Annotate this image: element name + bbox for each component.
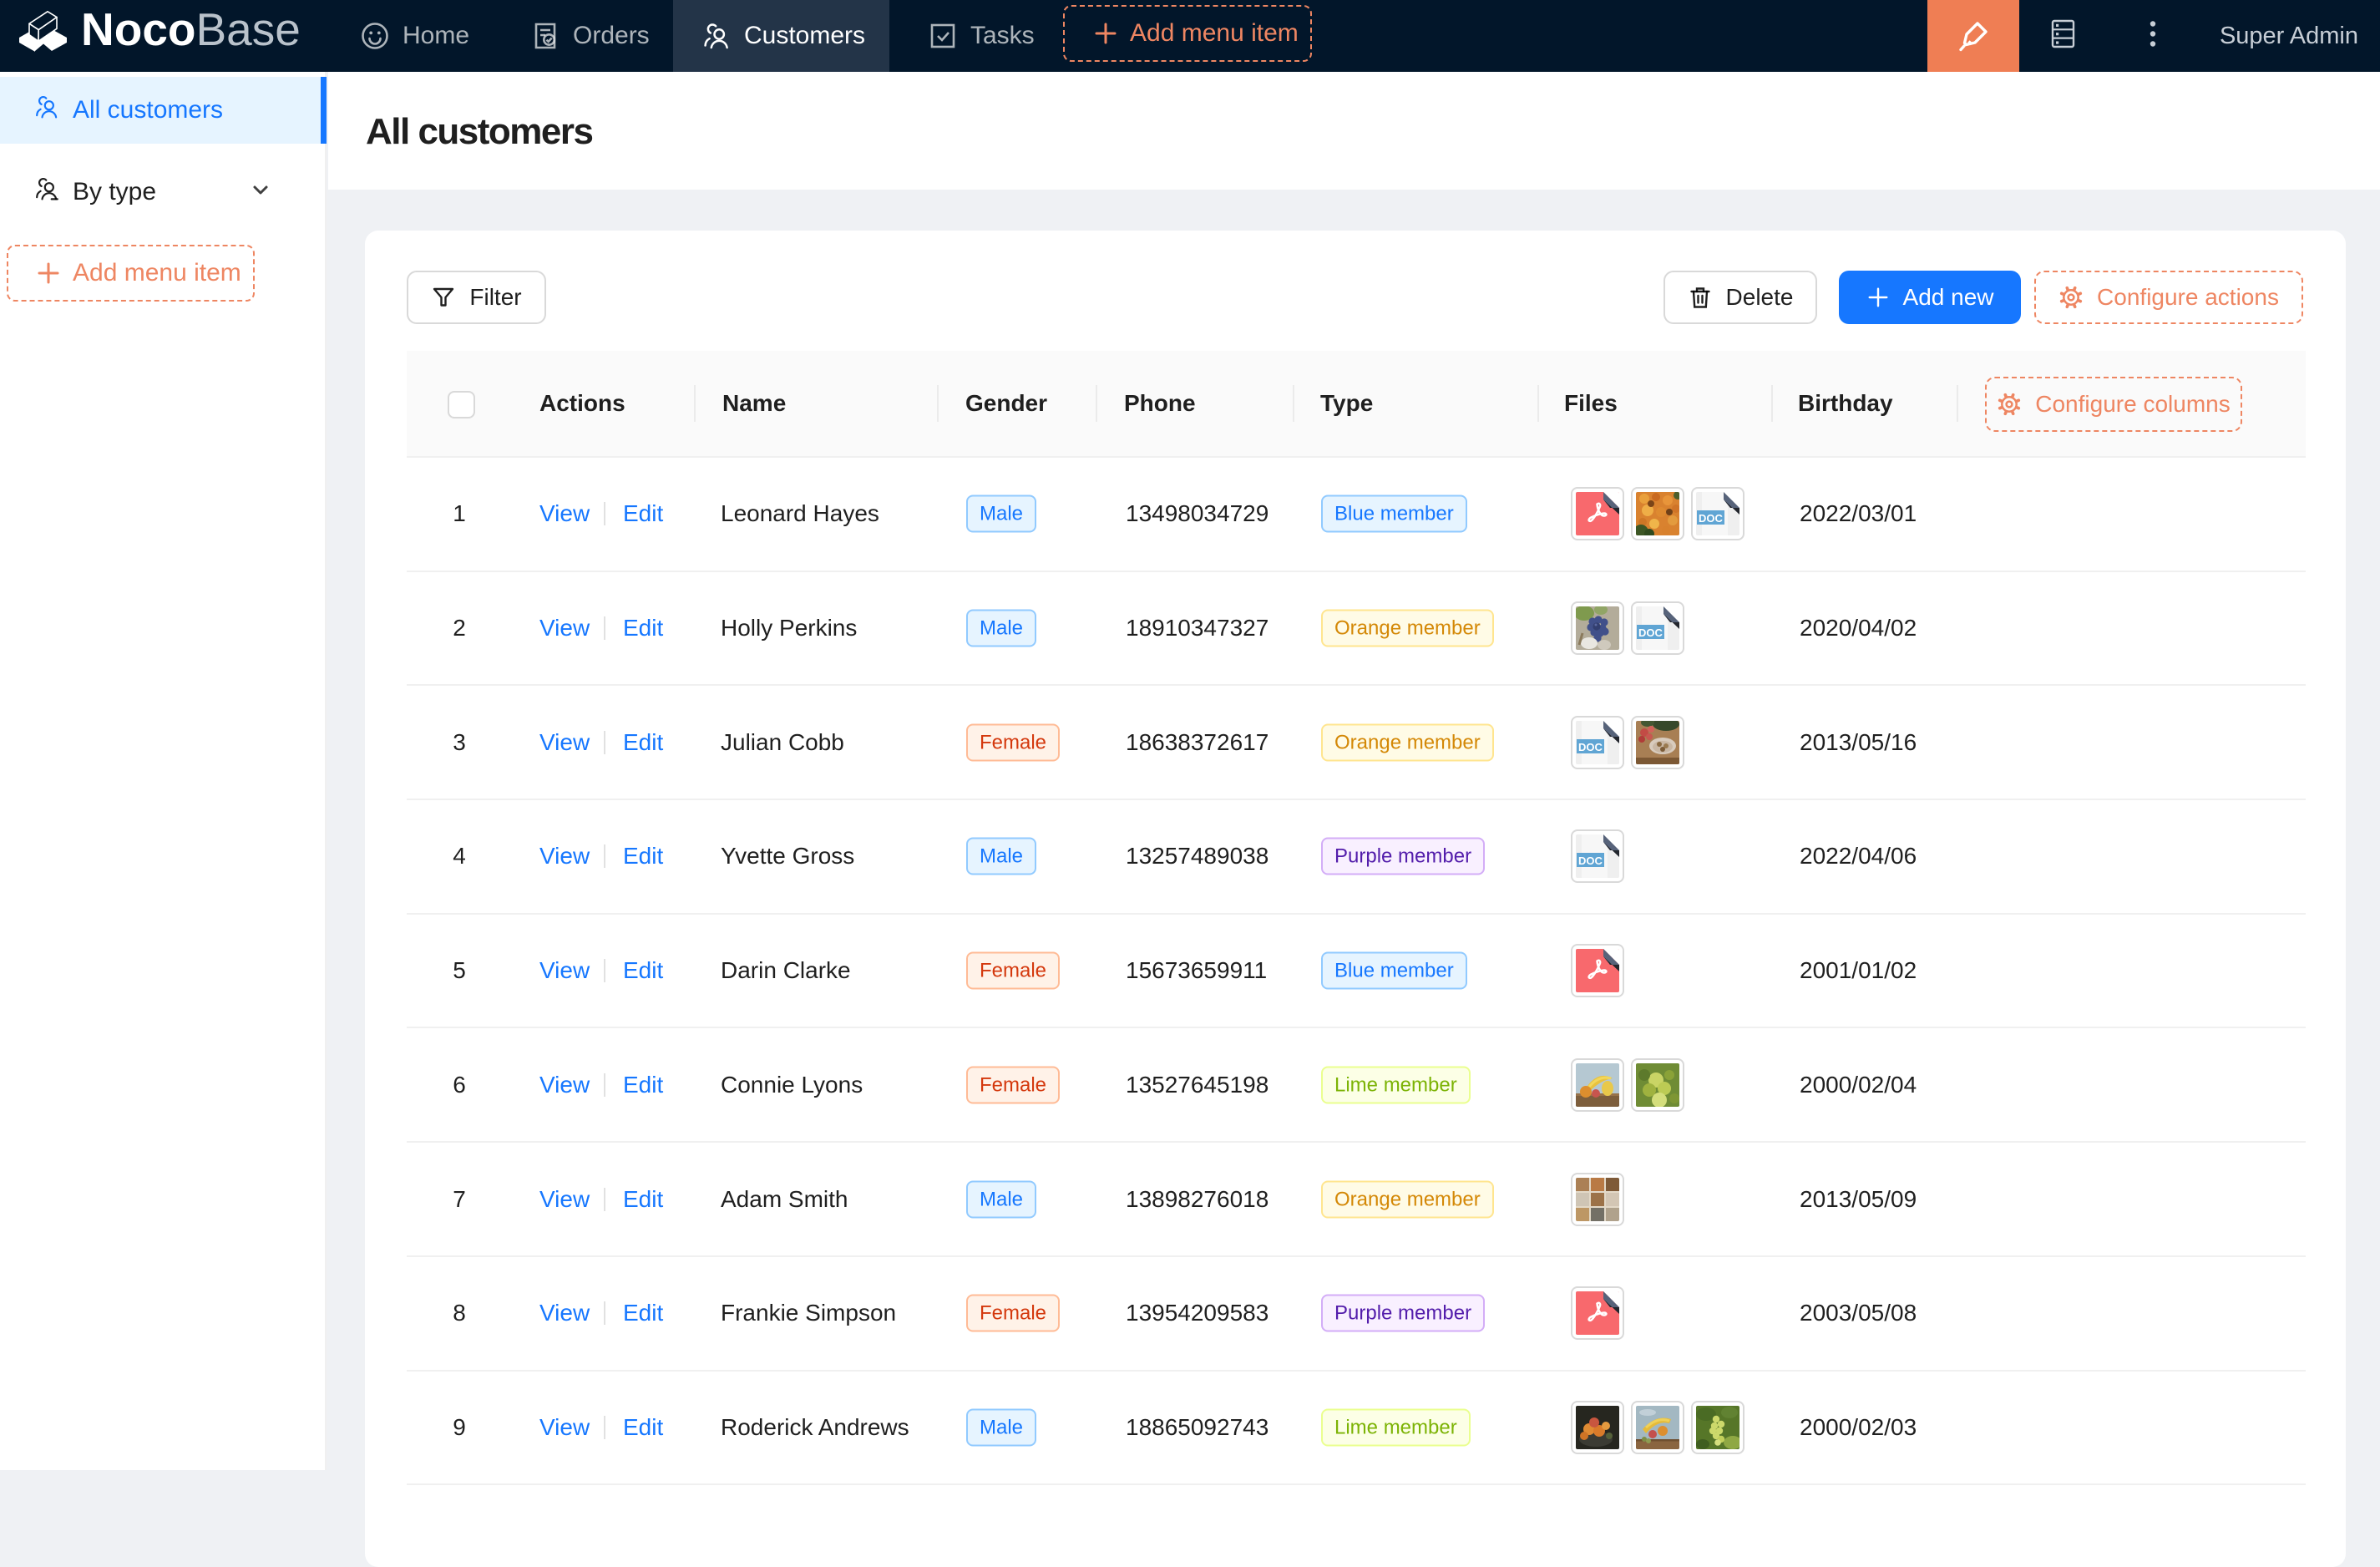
svg-text:DOC: DOC: [1578, 854, 1603, 867]
svg-text:DOC: DOC: [1578, 741, 1603, 753]
svg-text:DOC: DOC: [1638, 626, 1663, 639]
svg-text:DOC: DOC: [1699, 512, 1724, 525]
